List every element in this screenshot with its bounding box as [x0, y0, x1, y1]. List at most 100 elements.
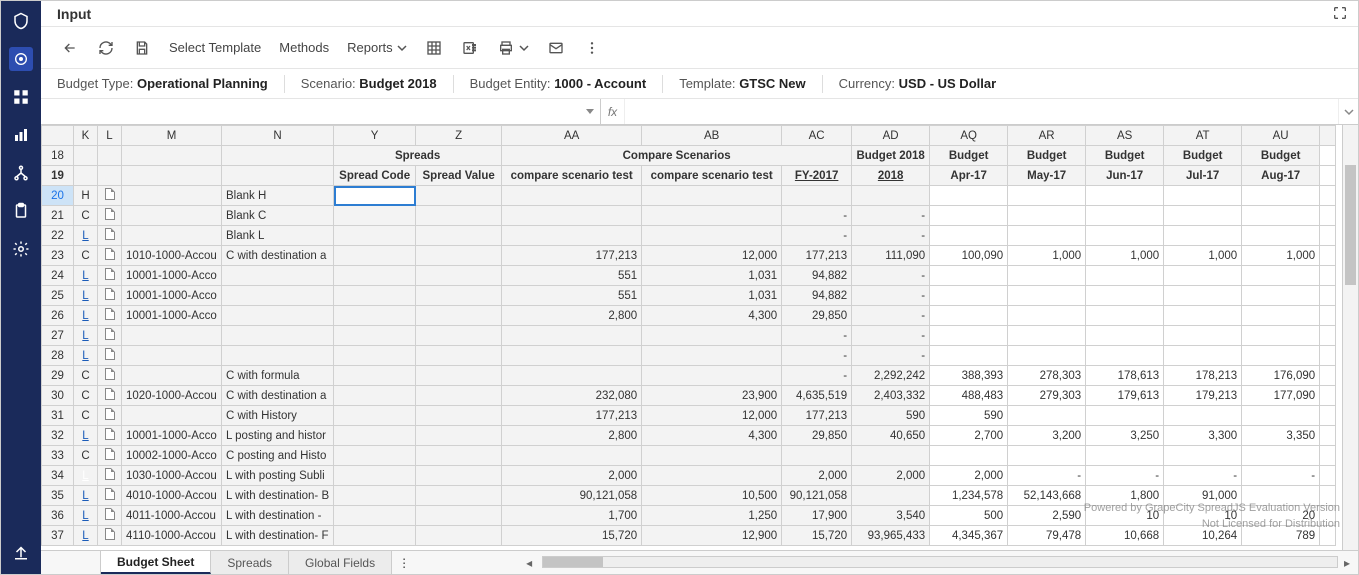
cell[interactable]: 3,540 — [852, 506, 930, 526]
cell[interactable] — [416, 346, 502, 366]
cell[interactable] — [416, 506, 502, 526]
mail-button[interactable] — [547, 39, 565, 57]
col-header[interactable]: AA — [502, 126, 642, 146]
cell[interactable]: 177,213 — [782, 406, 852, 426]
col-header[interactable]: AD — [852, 126, 930, 146]
cell[interactable] — [334, 346, 416, 366]
cell[interactable] — [930, 286, 1008, 306]
cell[interactable]: - — [782, 366, 852, 386]
document-icon[interactable] — [105, 208, 115, 220]
row-header[interactable]: 33 — [42, 446, 74, 466]
cell[interactable]: 2,000 — [782, 466, 852, 486]
cell[interactable]: - — [1008, 466, 1086, 486]
row-header[interactable]: 34 — [42, 466, 74, 486]
cell[interactable]: L — [74, 486, 98, 506]
cell[interactable]: 178,613 — [1086, 366, 1164, 386]
cell[interactable] — [416, 206, 502, 226]
cell[interactable] — [1086, 346, 1164, 366]
cell[interactable]: L — [74, 326, 98, 346]
cell[interactable] — [1086, 206, 1164, 226]
cell[interactable]: 176,090 — [1242, 366, 1320, 386]
cell[interactable] — [222, 286, 334, 306]
cell[interactable]: 10002-1000-Acco — [122, 446, 222, 466]
cell[interactable] — [1086, 326, 1164, 346]
cell[interactable]: - — [782, 206, 852, 226]
cell[interactable]: L — [74, 346, 98, 366]
cell[interactable] — [1242, 446, 1320, 466]
document-icon[interactable] — [105, 388, 115, 400]
document-icon[interactable] — [105, 288, 115, 300]
cell[interactable] — [334, 246, 416, 266]
row-header[interactable]: 32 — [42, 426, 74, 446]
row-header[interactable]: 19 — [42, 166, 74, 186]
cell[interactable]: - — [852, 226, 930, 246]
cell[interactable]: - — [1086, 466, 1164, 486]
cell[interactable] — [98, 506, 122, 526]
row-header[interactable]: 25 — [42, 286, 74, 306]
cell[interactable] — [334, 186, 416, 206]
cell[interactable]: 232,080 — [502, 386, 642, 406]
cell[interactable]: 4010-1000-Accou — [122, 486, 222, 506]
cell[interactable]: 177,213 — [782, 246, 852, 266]
cell[interactable] — [852, 446, 930, 466]
cell[interactable] — [334, 446, 416, 466]
cell[interactable]: 10001-1000-Acco — [122, 306, 222, 326]
cell[interactable] — [502, 366, 642, 386]
row-header[interactable]: 26 — [42, 306, 74, 326]
cell[interactable] — [1164, 186, 1242, 206]
cell[interactable]: L with posting Subli — [222, 466, 334, 486]
methods-button[interactable]: Methods — [279, 40, 329, 55]
cell[interactable] — [1242, 306, 1320, 326]
cell[interactable]: 590 — [930, 406, 1008, 426]
cell[interactable] — [782, 446, 852, 466]
cell[interactable]: 2,800 — [502, 426, 642, 446]
back-button[interactable] — [61, 39, 79, 57]
document-icon[interactable] — [105, 528, 115, 540]
cell[interactable] — [334, 226, 416, 246]
cell[interactable] — [98, 246, 122, 266]
cell[interactable] — [1242, 346, 1320, 366]
cell[interactable]: 178,213 — [1164, 366, 1242, 386]
col-header[interactable]: AT — [1164, 126, 1242, 146]
formula-input[interactable] — [625, 99, 1338, 124]
cell[interactable] — [122, 186, 222, 206]
reports-button[interactable]: Reports — [347, 40, 407, 55]
cell[interactable]: 10001-1000-Acco — [122, 286, 222, 306]
cell[interactable]: C — [74, 386, 98, 406]
clipboard-icon[interactable] — [9, 199, 33, 223]
row-header[interactable]: 28 — [42, 346, 74, 366]
cell[interactable]: 12,000 — [642, 246, 782, 266]
cell[interactable] — [416, 246, 502, 266]
col-header[interactable]: AQ — [930, 126, 1008, 146]
cell[interactable]: 90,121,058 — [502, 486, 642, 506]
col-header[interactable]: AS — [1086, 126, 1164, 146]
cell[interactable] — [98, 266, 122, 286]
document-icon[interactable] — [105, 508, 115, 520]
cell[interactable]: 17,900 — [782, 506, 852, 526]
cell[interactable] — [502, 206, 642, 226]
cell[interactable]: - — [1164, 466, 1242, 486]
upload-icon[interactable] — [9, 540, 33, 564]
cell[interactable] — [334, 486, 416, 506]
cell[interactable]: C with History — [222, 406, 334, 426]
cell[interactable]: 3,250 — [1086, 426, 1164, 446]
cell[interactable]: 10 — [1086, 506, 1164, 526]
cell[interactable]: L posting and histor — [222, 426, 334, 446]
cell[interactable]: H — [74, 186, 98, 206]
cell[interactable]: Blank H — [222, 186, 334, 206]
cell[interactable] — [334, 506, 416, 526]
col-header[interactable]: AR — [1008, 126, 1086, 146]
cell[interactable]: C with formula — [222, 366, 334, 386]
cell[interactable] — [98, 486, 122, 506]
cell[interactable] — [502, 326, 642, 346]
cell[interactable] — [122, 226, 222, 246]
cell[interactable]: 52,143,668 — [1008, 486, 1086, 506]
col-header[interactable]: Z — [416, 126, 502, 146]
cell[interactable]: 4110-1000-Accou — [122, 526, 222, 546]
cell[interactable] — [1242, 406, 1320, 426]
cell[interactable]: 2,800 — [502, 306, 642, 326]
cell[interactable]: - — [852, 326, 930, 346]
cell[interactable] — [852, 186, 930, 206]
cell[interactable]: 3,200 — [1008, 426, 1086, 446]
cell[interactable] — [122, 326, 222, 346]
